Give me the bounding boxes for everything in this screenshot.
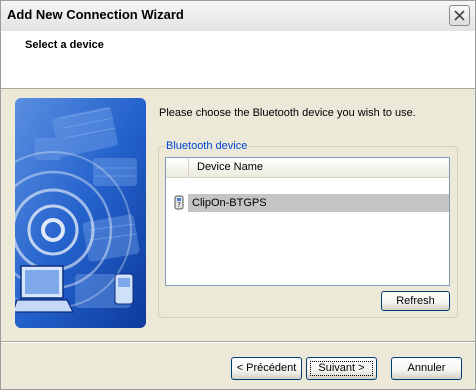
instruction-text: Please choose the Bluetooth device you w… — [159, 107, 416, 119]
column-header-icon[interactable] — [166, 158, 189, 177]
close-button[interactable] — [449, 5, 470, 26]
window-title: Add New Connection Wizard — [7, 7, 184, 22]
back-button[interactable]: < Précédent — [231, 357, 302, 380]
footer-separator — [1, 341, 475, 343]
bluetooth-wireless-illustration — [15, 98, 146, 328]
svg-text:?: ? — [177, 201, 181, 209]
wizard-header: Select a device — [1, 31, 475, 89]
device-list[interactable]: Device Name ? ClipOn-BTGPS — [165, 157, 450, 286]
bluetooth-device-icon: ? — [172, 195, 186, 214]
group-label: Bluetooth device — [164, 140, 250, 152]
device-name: ClipOn-BTGPS — [192, 197, 267, 209]
list-header: Device Name — [166, 158, 449, 178]
page-title: Select a device — [25, 39, 104, 51]
wizard-window: Add New Connection Wizard Select a devic… — [0, 0, 476, 390]
refresh-button[interactable]: Refresh — [381, 291, 450, 311]
list-item[interactable]: ? ClipOn-BTGPS — [166, 194, 449, 212]
cancel-button[interactable]: Annuler — [391, 357, 462, 380]
next-button[interactable]: Suivant > — [306, 357, 377, 380]
close-icon — [454, 10, 465, 21]
column-header-device-name[interactable]: Device Name — [197, 161, 263, 173]
focus-rect — [310, 361, 373, 376]
title-bar[interactable]: Add New Connection Wizard — [1, 1, 475, 31]
